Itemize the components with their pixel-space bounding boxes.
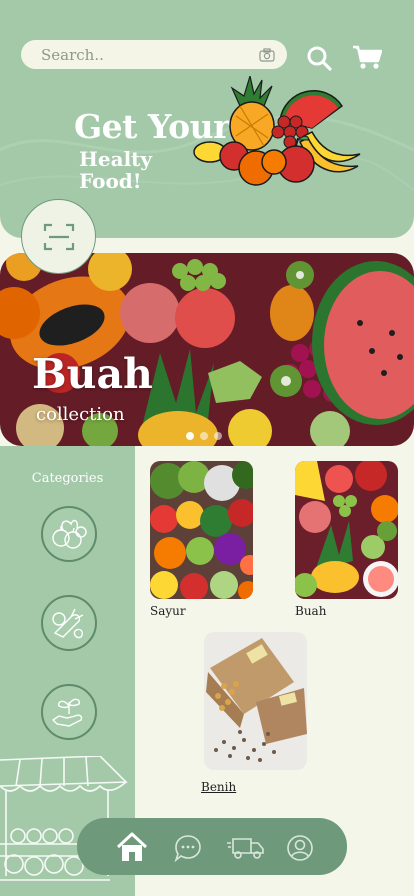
- nav-chat[interactable]: [174, 834, 202, 862]
- nav-profile[interactable]: [286, 834, 314, 862]
- nav-delivery[interactable]: [227, 835, 265, 861]
- carousel-dots: [186, 432, 222, 440]
- scan-button[interactable]: [21, 199, 96, 274]
- fruits-image: [295, 461, 398, 599]
- product-card-sayur[interactable]: [150, 461, 253, 599]
- carousel-dot-3[interactable]: [214, 432, 222, 440]
- vegetables-image: [150, 461, 253, 599]
- delivery-truck-icon: [227, 838, 264, 859]
- product-card-benih[interactable]: [204, 632, 307, 770]
- carousel-dot-2[interactable]: [200, 432, 208, 440]
- category-vegetables-button[interactable]: [41, 595, 97, 651]
- product-label-buah[interactable]: Buah: [295, 604, 326, 618]
- bottom-nav: [77, 818, 347, 875]
- category-seeds-button[interactable]: [41, 684, 97, 740]
- banner-title: Buah: [32, 350, 153, 398]
- search-bar[interactable]: [21, 40, 287, 69]
- product-card-buah[interactable]: [295, 461, 398, 599]
- product-label-benih[interactable]: Benih: [201, 780, 236, 794]
- chat-icon: [174, 835, 201, 862]
- vegetables-icon: [52, 608, 84, 639]
- categories-title: Categories: [31, 471, 104, 486]
- product-label-sayur[interactable]: Sayur: [150, 604, 186, 618]
- hero-subtitle: Healty Food!: [79, 147, 153, 193]
- scan-icon: [43, 223, 74, 250]
- nav-home[interactable]: [115, 830, 149, 864]
- search-input[interactable]: [41, 45, 259, 64]
- category-fruits-button[interactable]: [41, 506, 97, 562]
- camera-icon[interactable]: [259, 47, 275, 62]
- fruits-illustration: [193, 76, 361, 186]
- home-icon: [116, 832, 148, 861]
- search-icon[interactable]: [306, 45, 332, 71]
- fruits-basket-icon: [52, 519, 87, 549]
- banner-subtitle: collection: [36, 404, 125, 425]
- cart-icon[interactable]: [352, 44, 382, 70]
- profile-icon: [287, 835, 313, 861]
- hand-seedling-icon: [51, 698, 83, 727]
- seeds-image: [204, 632, 307, 770]
- carousel-dot-1[interactable]: [186, 432, 194, 440]
